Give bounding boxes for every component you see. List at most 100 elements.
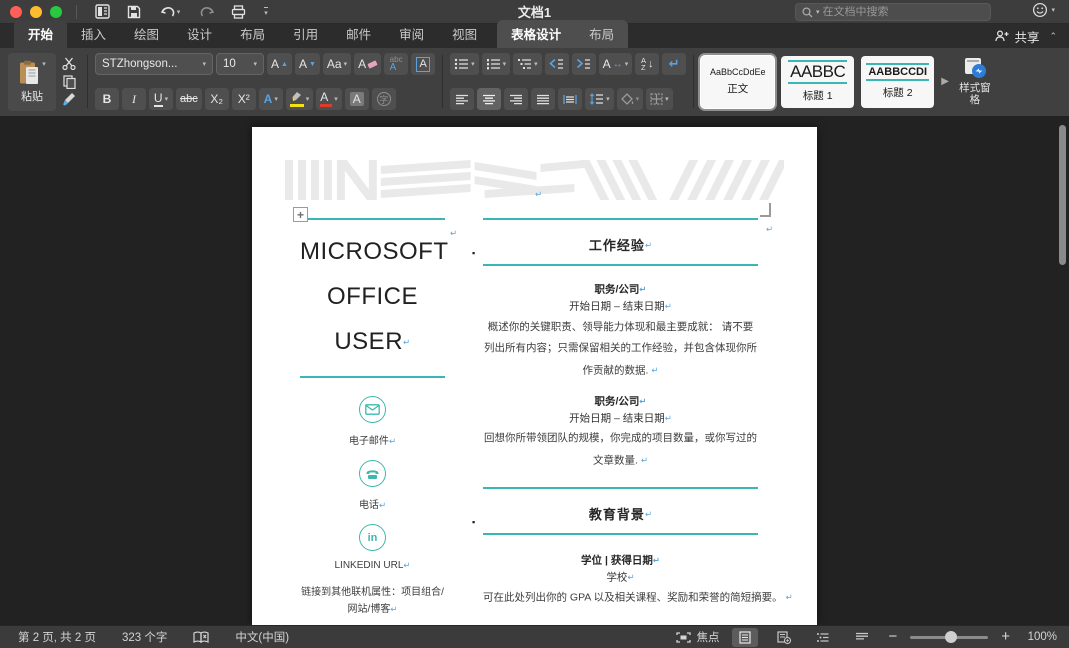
document-canvas[interactable]: + MICROSOFT OFFICE USER [0, 116, 1069, 625]
job-entry[interactable]: 职务/公司 开始日期 – 结束日期 概述你的关键职责、领导能力体现和最主要成就：… [483, 281, 758, 382]
search-scope-caret[interactable]: ▾ [816, 8, 820, 16]
style-card-heading1[interactable]: AABBC 标题 1 [781, 56, 854, 108]
print-icon[interactable] [225, 3, 251, 21]
outline-view-button[interactable] [810, 628, 836, 647]
style-card-normal[interactable]: AaBbCcDdEe 正文 [701, 56, 774, 108]
contact-label[interactable]: 电子邮件 [349, 436, 389, 447]
style-card-heading2[interactable]: AABBCCDI 标题 2 [861, 56, 934, 108]
section-title[interactable]: 教育背景 [589, 507, 645, 522]
zoom-in-button[interactable]: + [1001, 632, 1010, 642]
numbered-list-button[interactable]: ▾ [482, 53, 511, 75]
online-links-text[interactable]: 链接到其他联机属性：项目组合/ 网站/博客 [300, 584, 445, 618]
paste-dropdown-caret[interactable]: ▾ [42, 60, 46, 68]
increase-indent-button[interactable] [572, 53, 596, 75]
underline-button[interactable]: U▾ [149, 88, 173, 110]
tab-design[interactable]: 设计 [173, 20, 226, 48]
education-description[interactable]: 可在此处列出你的 GPA 以及相关课程、奖励和荣誉的简短摘要。 [483, 587, 758, 609]
share-button[interactable]: 共享 [995, 27, 1039, 46]
paste-button[interactable]: ▾ 粘贴 [8, 53, 56, 111]
text-effects-button[interactable]: A▾ [259, 88, 283, 110]
job-description[interactable]: 概述你的关键职责、领导能力体现和最主要成就： 请不要列出所有内容；只需保留相关的… [483, 317, 758, 382]
job-description[interactable]: 回想你所带领团队的规模，你完成的项目数量，或你写过的文章数量. [483, 428, 758, 472]
draft-view-button[interactable] [849, 628, 875, 647]
zoom-out-button[interactable]: − [888, 632, 897, 642]
align-center-button[interactable] [477, 88, 501, 110]
show-formatting-marks-button[interactable]: ↵ [662, 53, 686, 75]
more-styles-arrow[interactable]: ▶ [941, 76, 949, 87]
contact-label[interactable]: 电话 [359, 500, 379, 511]
education-section-heading[interactable]: 教育背景 [483, 487, 758, 535]
tab-review[interactable]: 审阅 [385, 20, 438, 48]
minimize-window-button[interactable] [30, 6, 42, 18]
shading-button[interactable]: ▾ [617, 88, 644, 110]
contact-label[interactable]: LINKEDIN URL [334, 560, 403, 571]
undo-icon[interactable]: ▾ [153, 3, 187, 21]
vertical-scrollbar-thumb[interactable] [1059, 125, 1066, 265]
multilevel-list-button[interactable]: ▾ [513, 53, 542, 75]
job-entry[interactable]: 职务/公司 开始日期 – 结束日期 回想你所带领团队的规模，你完成的项目数量，或… [483, 393, 758, 472]
document-page[interactable]: + MICROSOFT OFFICE USER [252, 127, 817, 625]
italic-button[interactable]: I [122, 88, 146, 110]
underline-caret[interactable]: ▾ [165, 95, 169, 103]
search-input[interactable] [823, 6, 984, 18]
job-dates[interactable]: 开始日期 – 结束日期 [569, 412, 665, 424]
shrink-font-button[interactable]: A▼ [295, 53, 320, 75]
job-dates[interactable]: 开始日期 – 结束日期 [569, 301, 665, 313]
tab-view[interactable]: 视图 [438, 20, 491, 48]
degree-line[interactable]: 学位 | 获得日期 [581, 554, 653, 566]
character-border-button[interactable]: A [411, 53, 435, 75]
borders-button[interactable]: ▾ [646, 88, 673, 110]
decrease-indent-button[interactable] [545, 53, 569, 75]
align-left-button[interactable] [450, 88, 474, 110]
contact-item-phone[interactable]: 电话 [300, 460, 445, 511]
collapse-ribbon-chevron[interactable]: ⌃ [1049, 31, 1057, 42]
zoom-slider-thumb[interactable] [945, 631, 957, 643]
format-painter-button[interactable] [58, 90, 80, 108]
print-layout-view-button[interactable] [732, 628, 758, 647]
zoom-percentage[interactable]: 100% [1023, 631, 1057, 643]
line-spacing-caret[interactable]: ▾ [606, 95, 610, 103]
close-window-button[interactable] [10, 6, 22, 18]
tab-layout[interactable]: 布局 [226, 20, 279, 48]
job-title[interactable]: 职务/公司 [594, 283, 639, 295]
phonetic-guide-button[interactable]: abcA [384, 53, 408, 75]
highlight-caret[interactable]: ▾ [306, 95, 310, 103]
language-indicator[interactable]: 中文(中国) [235, 629, 289, 645]
resume-right-column[interactable]: 工作经验 职务/公司 开始日期 – 结束日期 概述你的关键职责、领导能力体现和最… [483, 218, 758, 625]
bold-button[interactable]: B [95, 88, 119, 110]
tab-insert[interactable]: 插入 [67, 20, 120, 48]
feedback-smiley-icon[interactable]: ▾ [1032, 2, 1055, 18]
job-title[interactable]: 职务/公司 [594, 395, 639, 407]
align-right-button[interactable] [504, 88, 528, 110]
save-icon[interactable] [121, 3, 147, 21]
borders-caret[interactable]: ▾ [665, 95, 669, 103]
font-color-button[interactable]: A ▾ [316, 88, 342, 110]
copy-button[interactable] [58, 73, 80, 91]
focus-mode-button[interactable]: 焦点 [676, 629, 719, 645]
style-pane-button[interactable]: 样式窗格 [956, 53, 994, 110]
bullet-list-caret[interactable]: ▾ [471, 60, 475, 68]
school-line[interactable]: 学校 [606, 571, 627, 583]
tab-references[interactable]: 引用 [279, 20, 332, 48]
page-indicator[interactable]: 第 2 页, 共 2 页 [18, 629, 96, 645]
character-shading-button[interactable]: A [345, 88, 369, 110]
distribute-text-button[interactable] [558, 88, 582, 110]
shading-caret[interactable]: ▾ [636, 95, 640, 103]
education-entry[interactable]: 学位 | 获得日期 学校 可在此处列出你的 GPA 以及相关课程、奖励和荣誉的简… [483, 552, 758, 610]
resume-name[interactable]: MICROSOFT OFFICE USER [300, 229, 445, 365]
document-gallery-icon[interactable] [89, 3, 115, 21]
multilevel-list-caret[interactable]: ▾ [534, 60, 538, 68]
resume-left-column[interactable]: MICROSOFT OFFICE USER 电子邮件 [300, 218, 445, 625]
tab-mailings[interactable]: 邮件 [332, 20, 385, 48]
contact-item-email[interactable]: 电子邮件 [300, 396, 445, 447]
spelling-status-icon[interactable] [193, 631, 209, 644]
redo-icon[interactable] [193, 3, 219, 21]
search-box[interactable]: ▾ [795, 3, 991, 21]
justify-button[interactable] [531, 88, 555, 110]
section-title[interactable]: 工作经验 [589, 238, 645, 253]
contact-item-linkedin[interactable]: in LINKEDIN URL [300, 524, 445, 571]
maximize-window-button[interactable] [50, 6, 62, 18]
numbered-list-caret[interactable]: ▾ [503, 60, 507, 68]
word-count[interactable]: 323 个字 [122, 629, 167, 645]
zoom-slider[interactable] [910, 636, 988, 639]
